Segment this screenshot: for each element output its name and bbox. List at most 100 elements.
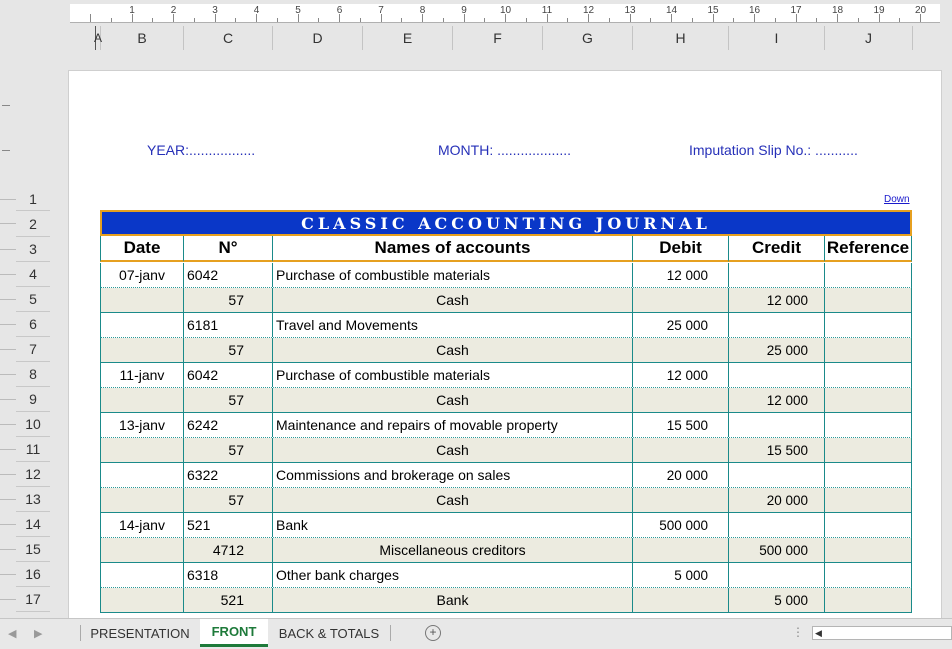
cell-account-number[interactable]: 4712 <box>184 538 273 562</box>
cell-reference[interactable] <box>825 538 912 562</box>
cell-account-name[interactable]: Cash <box>273 388 633 412</box>
cell-account-number[interactable]: 57 <box>184 488 273 512</box>
cell-date[interactable] <box>101 388 184 412</box>
cell-account-name[interactable]: Cash <box>273 438 633 462</box>
row-header[interactable]: 6 <box>16 312 50 337</box>
cell-date[interactable]: 07-janv <box>101 263 184 287</box>
cell-account-number[interactable]: 6318 <box>184 563 273 587</box>
cell-account-name[interactable]: Other bank charges <box>273 563 633 587</box>
cell-account-name[interactable]: Cash <box>273 488 633 512</box>
row-header[interactable]: 16 <box>16 562 50 587</box>
cell-account-name[interactable]: Maintenance and repairs of movable prope… <box>273 413 633 437</box>
row-header[interactable]: 5 <box>16 287 50 312</box>
cell-reference[interactable] <box>825 263 912 287</box>
year-field[interactable]: YEAR:................. <box>147 142 255 158</box>
row-header[interactable]: 15 <box>16 537 50 562</box>
cell-account-name[interactable]: Purchase of combustible materials <box>273 263 633 287</box>
cell-debit[interactable]: 12 000 <box>633 263 729 287</box>
row-header[interactable]: 13 <box>16 487 50 512</box>
month-field[interactable]: MONTH: ................... <box>438 142 571 158</box>
cell-debit[interactable]: 500 000 <box>633 513 729 537</box>
sheet-tab-presentation[interactable]: PRESENTATION <box>84 619 196 647</box>
cell-reference[interactable] <box>825 288 912 312</box>
cell-debit[interactable]: 5 000 <box>633 563 729 587</box>
cell-credit[interactable]: 12 000 <box>729 388 825 412</box>
column-header-h[interactable]: H <box>633 26 729 50</box>
column-header-j[interactable]: J <box>825 26 913 50</box>
cell-account-number[interactable]: 6181 <box>184 313 273 337</box>
cell-account-number[interactable]: 6042 <box>184 363 273 387</box>
cell-debit[interactable] <box>633 388 729 412</box>
row-header[interactable]: 10 <box>16 412 50 437</box>
cell-debit[interactable] <box>633 538 729 562</box>
horizontal-scrollbar[interactable]: ◀ <box>812 626 952 640</box>
row-header[interactable]: 7 <box>16 337 50 362</box>
cell-account-name[interactable]: Bank <box>273 513 633 537</box>
cell-reference[interactable] <box>825 413 912 437</box>
column-header-e[interactable]: E <box>363 26 453 50</box>
cell-date[interactable] <box>101 588 184 612</box>
cell-reference[interactable] <box>825 388 912 412</box>
cell-credit[interactable]: 25 000 <box>729 338 825 362</box>
row-header[interactable]: 4 <box>16 262 50 287</box>
cell-credit[interactable]: 15 500 <box>729 438 825 462</box>
row-header[interactable]: 14 <box>16 512 50 537</box>
cell-credit[interactable]: 12 000 <box>729 288 825 312</box>
scroll-tabs-left-icon[interactable]: ◀ <box>8 627 16 640</box>
cell-account-number[interactable]: 57 <box>184 438 273 462</box>
cell-debit[interactable] <box>633 338 729 362</box>
cell-date[interactable] <box>101 538 184 562</box>
cell-reference[interactable] <box>825 513 912 537</box>
cell-date[interactable] <box>101 488 184 512</box>
row-header[interactable]: 3 <box>16 237 50 262</box>
cell-debit[interactable] <box>633 588 729 612</box>
cell-debit[interactable] <box>633 488 729 512</box>
down-link[interactable]: Down <box>884 194 910 205</box>
cell-credit[interactable] <box>729 413 825 437</box>
column-header-b[interactable]: B <box>101 26 184 50</box>
cell-reference[interactable] <box>825 563 912 587</box>
cell-account-number[interactable]: 57 <box>184 338 273 362</box>
cell-account-number[interactable]: 521 <box>184 588 273 612</box>
cell-debit[interactable] <box>633 438 729 462</box>
cell-credit[interactable]: 20 000 <box>729 488 825 512</box>
cell-credit[interactable] <box>729 263 825 287</box>
column-header-i[interactable]: I <box>729 26 825 50</box>
row-header[interactable]: 17 <box>16 587 50 612</box>
cell-account-name[interactable]: Cash <box>273 288 633 312</box>
column-header-c[interactable]: C <box>184 26 273 50</box>
cell-account-name[interactable]: Cash <box>273 338 633 362</box>
scroll-left-icon[interactable]: ◀ <box>815 628 822 639</box>
row-header[interactable]: 2 <box>16 211 50 237</box>
cell-date[interactable] <box>101 288 184 312</box>
cell-account-number[interactable]: 57 <box>184 388 273 412</box>
row-header[interactable]: 12 <box>16 462 50 487</box>
cell-date[interactable] <box>101 563 184 587</box>
cell-credit[interactable] <box>729 513 825 537</box>
cell-date[interactable] <box>101 438 184 462</box>
add-sheet-icon[interactable]: + <box>425 625 441 641</box>
column-header-d[interactable]: D <box>273 26 363 50</box>
cell-reference[interactable] <box>825 363 912 387</box>
row-header[interactable]: 11 <box>16 437 50 462</box>
cell-reference[interactable] <box>825 438 912 462</box>
cell-debit[interactable]: 15 500 <box>633 413 729 437</box>
column-header-f[interactable]: F <box>453 26 543 50</box>
row-header[interactable]: 1 <box>16 187 50 211</box>
cell-credit[interactable] <box>729 313 825 337</box>
cell-credit[interactable] <box>729 563 825 587</box>
cell-account-number[interactable]: 57 <box>184 288 273 312</box>
more-options-icon[interactable]: ⋮ <box>792 625 804 639</box>
cell-debit[interactable]: 20 000 <box>633 463 729 487</box>
scroll-tabs-right-icon[interactable]: ▶ <box>34 627 42 640</box>
cell-account-name[interactable]: Bank <box>273 588 633 612</box>
cell-reference[interactable] <box>825 338 912 362</box>
cell-debit[interactable] <box>633 288 729 312</box>
sheet-tab-back-totals[interactable]: BACK & TOTALS <box>272 619 386 647</box>
cell-reference[interactable] <box>825 488 912 512</box>
sheet-tab-front[interactable]: FRONT <box>200 619 268 647</box>
cell-date[interactable]: 13-janv <box>101 413 184 437</box>
cell-account-number[interactable]: 521 <box>184 513 273 537</box>
cell-reference[interactable] <box>825 588 912 612</box>
cell-account-name[interactable]: Commissions and brokerage on sales <box>273 463 633 487</box>
